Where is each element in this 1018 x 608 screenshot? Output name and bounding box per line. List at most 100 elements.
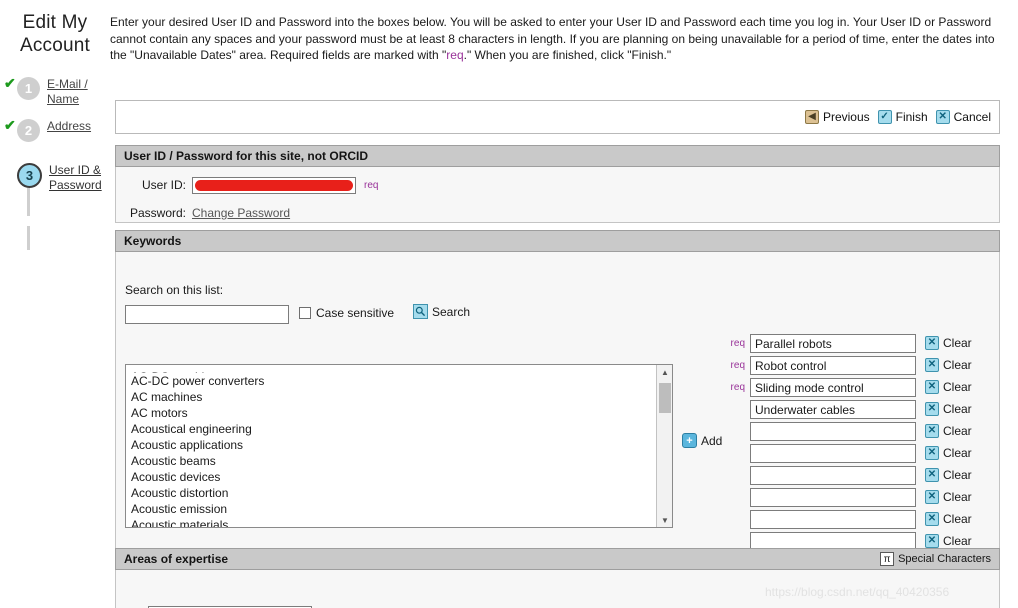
keyword-slot-input[interactable] (750, 509, 916, 529)
list-scrollbar[interactable]: ▲ ▼ (656, 365, 672, 527)
x-icon: ✕ (925, 512, 939, 526)
clear-keyword-button[interactable]: ✕ Clear (925, 380, 972, 394)
clear-button-label: Clear (943, 490, 972, 504)
cancel-button[interactable]: ✕ Cancel (935, 110, 991, 124)
x-icon: ✕ (925, 446, 939, 460)
back-arrow-icon: ◀ (804, 110, 819, 124)
finish-button[interactable]: ✓ Finish (877, 110, 928, 124)
edit-my-account-page: Edit My Account ✔ 1 E-Mail / Name ✔ 2 Add… (0, 0, 1018, 608)
scrollbar-thumb[interactable] (659, 383, 671, 413)
list-item[interactable]: Acoustic materials (126, 517, 656, 527)
list-item[interactable]: Acoustical engineering (126, 421, 656, 437)
keyword-list[interactable]: AC-DC machines AC-DC power converters AC… (126, 365, 656, 527)
userid-row: User ID: req (116, 174, 999, 196)
keyword-slot-row: ✕ Clear (728, 442, 972, 464)
list-item[interactable]: Acoustic devices (126, 469, 656, 485)
clear-keyword-button[interactable]: ✕ Clear (925, 490, 972, 504)
scroll-up-icon[interactable]: ▲ (657, 365, 673, 379)
clear-button-label: Clear (943, 358, 972, 372)
panel-header-label: Areas of expertise (124, 552, 229, 566)
x-icon: ✕ (925, 380, 939, 394)
clear-keyword-button[interactable]: ✕ Clear (925, 446, 972, 460)
special-characters-button[interactable]: π Special Characters (880, 552, 991, 566)
panel-body: Search on this list: Case sensitive Sear… (115, 252, 1000, 562)
step-label[interactable]: E-Mail / Name (47, 77, 109, 107)
clear-button-label: Clear (943, 468, 972, 482)
userid-password-panel: User ID / Password for this site, not OR… (115, 145, 1000, 223)
clear-keyword-button[interactable]: ✕ Clear (925, 512, 972, 526)
list-item[interactable]: Acoustic emission (126, 501, 656, 517)
keyword-slot-input[interactable]: Parallel robots (750, 333, 916, 353)
clear-button-label: Clear (943, 336, 972, 350)
keyword-slot-row: req Parallel robots ✕ Clear (728, 332, 972, 354)
list-item[interactable]: Acoustic applications (126, 437, 656, 453)
keyword-slot-input[interactable] (750, 465, 916, 485)
list-item[interactable]: Acoustic distortion (126, 485, 656, 501)
clear-keyword-button[interactable]: ✕ Clear (925, 336, 972, 350)
list-item[interactable]: AC-DC power converters (126, 373, 656, 389)
x-icon: ✕ (925, 358, 939, 372)
keyword-slot-input[interactable] (750, 443, 916, 463)
keyword-slot-input[interactable]: Sliding mode control (750, 377, 916, 397)
keyword-slot-input[interactable]: Underwater cables (750, 399, 916, 419)
keyword-slot-row: ✕ Clear (728, 464, 972, 486)
checkmark-icon: ✓ (877, 110, 892, 124)
clear-button-label: Clear (943, 446, 972, 460)
search-icon (413, 304, 428, 319)
case-sensitive-checkbox[interactable] (299, 307, 311, 319)
panel-body: ✕ Clear (115, 570, 1000, 608)
clear-keyword-button[interactable]: ✕ Clear (925, 424, 972, 438)
clear-keyword-button[interactable]: ✕ Clear (925, 358, 972, 372)
change-password-link[interactable]: Change Password (192, 206, 290, 220)
clear-keyword-button[interactable]: ✕ Clear (925, 534, 972, 548)
list-item[interactable]: AC motors (126, 405, 656, 421)
password-label: Password: (129, 206, 186, 220)
case-sensitive-checkbox-group[interactable]: Case sensitive (299, 306, 394, 320)
x-icon: ✕ (925, 490, 939, 504)
search-input[interactable] (125, 305, 289, 324)
clear-button-label: Clear (943, 512, 972, 526)
panel-body: User ID: req Password: Change Password (115, 167, 1000, 223)
slot-req-label: req (730, 381, 745, 393)
keyword-slot-row: req Robot control ✕ Clear (728, 354, 972, 376)
special-characters-label: Special Characters (898, 553, 991, 565)
list-item[interactable]: AC machines (126, 389, 656, 405)
clear-keyword-button[interactable]: ✕ Clear (925, 468, 972, 482)
check-icon: ✔ (4, 75, 16, 91)
previous-button[interactable]: ◀ Previous (804, 110, 870, 124)
panel-header: Keywords (115, 230, 1000, 252)
slot-req-label: req (730, 359, 745, 371)
keyword-slot-row: req Sliding mode control ✕ Clear (728, 376, 972, 398)
clear-keyword-button[interactable]: ✕ Clear (925, 402, 972, 416)
x-icon: ✕ (925, 424, 939, 438)
sidebar-step-email-name[interactable]: ✔ 1 E-Mail / Name (0, 75, 110, 112)
add-keyword-button[interactable]: + Add (682, 433, 722, 448)
list-item[interactable]: Acoustic beams (126, 453, 656, 469)
x-icon: ✕ (925, 534, 939, 548)
x-icon: ✕ (925, 468, 939, 482)
keyword-slot-row: ✕ Clear (728, 420, 972, 442)
panel-header: User ID / Password for this site, not OR… (115, 145, 1000, 167)
wizard-toolbar: ◀ Previous ✓ Finish ✕ Cancel (115, 100, 1000, 134)
keyword-slot-row: Underwater cables ✕ Clear (728, 398, 972, 420)
step-label[interactable]: User ID & Password (49, 163, 110, 193)
search-button-label: Search (432, 304, 471, 319)
keyword-slot-input[interactable] (750, 487, 916, 507)
req-highlight: req (446, 48, 464, 62)
keyword-slot-input[interactable] (750, 421, 916, 441)
sidebar-step-userid-password[interactable]: 3 User ID & Password (0, 162, 110, 198)
step-bullet-active: 3 (17, 163, 42, 188)
step-number: 1 (24, 81, 33, 96)
add-button-label: Add (701, 433, 723, 448)
keyword-slot-input[interactable]: Robot control (750, 355, 916, 375)
search-list-label: Search on this list: (125, 283, 224, 297)
step-label[interactable]: Address (47, 119, 91, 134)
scroll-down-icon[interactable]: ▼ (657, 513, 673, 527)
userid-input[interactable] (192, 176, 356, 194)
pi-icon: π (880, 552, 895, 566)
userid-req-label: req (364, 179, 379, 191)
search-button[interactable]: Search (413, 304, 470, 319)
sidebar-step-address[interactable]: ✔ 2 Address (0, 117, 110, 154)
panel-header-label: Keywords (124, 234, 182, 248)
keyword-list-box[interactable]: AC-DC machines AC-DC power converters AC… (125, 364, 673, 528)
